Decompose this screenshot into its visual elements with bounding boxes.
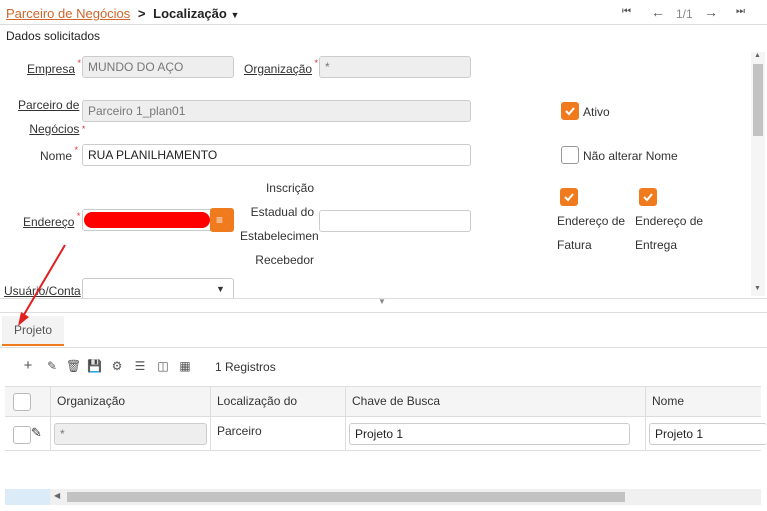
- collapse-arrow-icon[interactable]: ▼: [378, 297, 386, 306]
- endereco-fatura-label: Endereço de Fatura: [557, 214, 626, 252]
- next-record-icon[interactable]: →: [704, 4, 718, 20]
- endereco-entrega-checkbox[interactable]: [639, 188, 657, 206]
- row-edit-icon[interactable]: ✎: [31, 425, 42, 441]
- first-record-icon[interactable]: ⏮: [622, 6, 631, 17]
- ativo-checkbox[interactable]: [561, 102, 579, 120]
- parceiro-label: Parceiro de Negócios *: [18, 93, 85, 141]
- scroll-up-icon[interactable]: ▲: [754, 52, 761, 59]
- record-counter: 1/1: [676, 7, 693, 21]
- row-chave-field[interactable]: Projeto 1: [349, 423, 630, 445]
- endereco-lookup-button[interactable]: ≡: [210, 208, 234, 232]
- nao-alterar-nome-label: Não alterar Nome: [583, 149, 678, 163]
- parceiro-field[interactable]: Parceiro 1_plan01: [82, 100, 471, 122]
- add-icon[interactable]: +: [21, 358, 35, 373]
- scroll-left-icon[interactable]: ◀: [54, 491, 60, 500]
- column-header-localizacao[interactable]: Localização do Parceiro: [210, 386, 345, 438]
- grid-hscrollbar[interactable]: ◀: [50, 489, 761, 505]
- empresa-link[interactable]: Empresa: [27, 62, 75, 76]
- form-scrollbar[interactable]: ▲ ▼: [751, 52, 765, 296]
- organizacao-field[interactable]: *: [319, 56, 471, 78]
- nome-label: Nome *: [40, 145, 79, 163]
- save-icon[interactable]: 💾: [87, 359, 102, 373]
- endereco-link[interactable]: Endereço: [23, 215, 74, 229]
- parceiro-link-line2[interactable]: Negócios: [29, 122, 79, 136]
- breadcrumb: Parceiro de Negócios > Localização ▼: [6, 6, 239, 22]
- grid-frozen-area: [5, 489, 50, 505]
- last-record-icon[interactable]: ⏭: [736, 6, 745, 17]
- panel-splitter[interactable]: ▼: [0, 297, 767, 312]
- breadcrumb-parent-link[interactable]: Parceiro de Negócios: [6, 6, 130, 21]
- empresa-label: Empresa *: [27, 58, 82, 76]
- usuario-dropdown-icon[interactable]: ▼: [216, 284, 225, 294]
- nome-field[interactable]: RUA PLANILHAMENTO: [82, 144, 471, 166]
- previous-record-icon[interactable]: ←: [651, 4, 665, 20]
- chevron-down-icon[interactable]: ▼: [230, 10, 239, 20]
- splitter-bottom-line: [0, 312, 767, 313]
- split-view-icon[interactable]: ◫: [156, 359, 170, 373]
- usuario-field[interactable]: [82, 278, 234, 300]
- list-icon: ≡: [216, 213, 224, 227]
- delete-icon[interactable]: 🗑: [66, 359, 81, 373]
- column-header-nome[interactable]: Nome: [645, 386, 761, 416]
- row-divider-4: [645, 417, 646, 451]
- endereco-label: Endereço *: [23, 211, 81, 229]
- records-count: 1 Registros: [215, 360, 276, 374]
- ativo-label: Ativo: [583, 105, 610, 119]
- header-divider: [0, 24, 767, 25]
- empresa-field[interactable]: MUNDO DO AÇO: [82, 56, 234, 78]
- organizacao-label: Organização *: [244, 58, 319, 76]
- select-all-checkbox[interactable]: [13, 393, 31, 411]
- column-header-organizacao[interactable]: Organização: [50, 386, 210, 416]
- inscricao-label: Inscrição Estadual do Estabelecimen Rece…: [240, 181, 319, 267]
- breadcrumb-separator: >: [137, 6, 146, 21]
- row-select-checkbox[interactable]: [13, 426, 31, 444]
- columns-list-icon[interactable]: ☰: [133, 359, 147, 373]
- parceiro-link-line1[interactable]: Parceiro de: [18, 93, 79, 117]
- gear-icon[interactable]: ⚙: [110, 359, 124, 373]
- row-divider-2: [210, 417, 211, 451]
- scroll-down-icon[interactable]: ▼: [754, 285, 761, 292]
- edit-icon[interactable]: ✎: [45, 359, 59, 373]
- tab-bar-line: [0, 347, 767, 348]
- section-title: Dados solicitados: [6, 29, 101, 43]
- hscroll-thumb[interactable]: [67, 492, 625, 502]
- row-organizacao-field[interactable]: *: [54, 423, 207, 445]
- scroll-thumb[interactable]: [753, 64, 763, 136]
- row-divider-1: [50, 417, 51, 451]
- organizacao-link[interactable]: Organização: [244, 62, 312, 76]
- endereco-fatura-checkbox[interactable]: [560, 188, 578, 206]
- row-nome-field[interactable]: Projeto 1: [649, 423, 767, 445]
- nao-alterar-nome-checkbox[interactable]: [561, 146, 579, 164]
- inscricao-field[interactable]: [319, 210, 471, 232]
- column-header-chave[interactable]: Chave de Busca: [345, 386, 645, 416]
- breadcrumb-current[interactable]: Localização: [153, 6, 227, 21]
- annotation-arrow: [18, 244, 66, 326]
- endereco-entrega-label: Endereço de Entrega: [635, 214, 704, 252]
- grid-view-icon[interactable]: ▦: [178, 359, 192, 373]
- redaction-mark: [84, 212, 210, 228]
- row-divider-3: [345, 417, 346, 451]
